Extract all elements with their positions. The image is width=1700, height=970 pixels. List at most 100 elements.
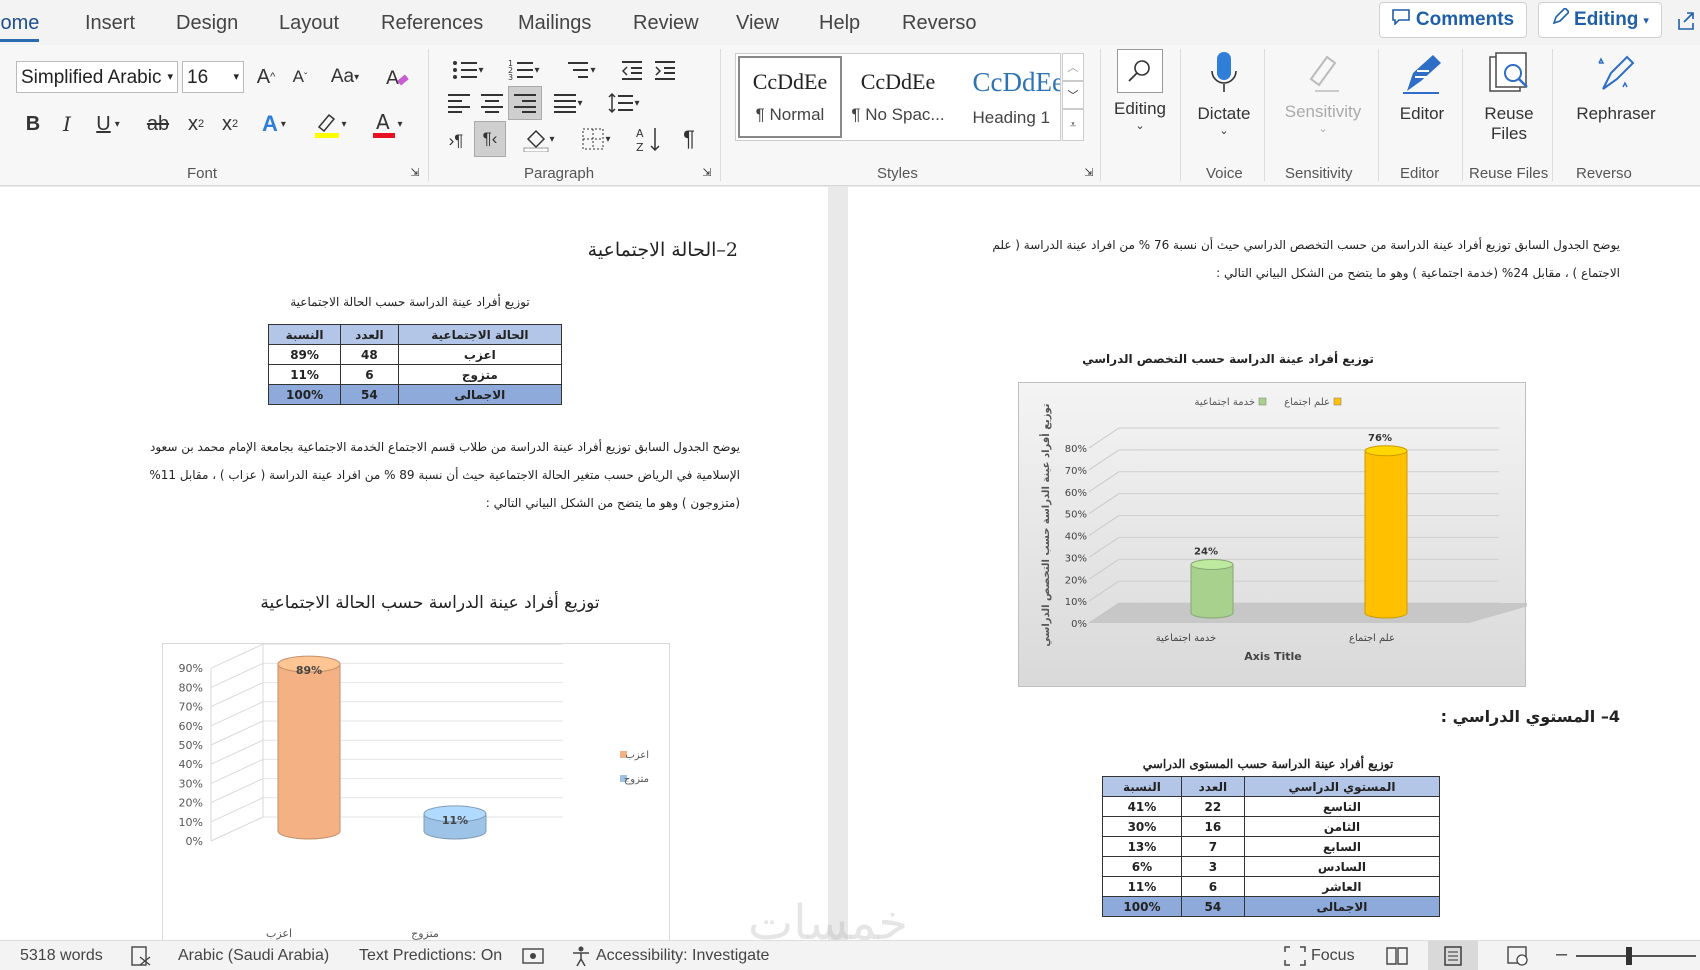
bar-1-top <box>1364 445 1408 457</box>
styles-scroll-up[interactable]: ︿ <box>1062 53 1084 81</box>
change-case-button[interactable]: Aa ▾ <box>324 63 366 91</box>
focus-button[interactable]: Focus <box>1311 947 1355 965</box>
editing-mode-button[interactable]: Editing ▾ <box>1538 2 1662 38</box>
align-left-button[interactable] <box>444 88 474 118</box>
share-icon[interactable] <box>1676 10 1698 32</box>
svg-text:3: 3 <box>508 73 513 81</box>
zoom-slider[interactable] <box>1576 947 1696 965</box>
focus-icon[interactable] <box>1284 946 1306 970</box>
web-layout-icon[interactable] <box>1507 946 1529 970</box>
bullets-button[interactable]: ▾ <box>446 55 490 85</box>
language-indicator[interactable]: Arabic (Saudi Arabia) <box>178 947 329 965</box>
align-left-icon <box>447 93 471 113</box>
tab-mailings[interactable]: Mailings <box>518 12 591 35</box>
font-color-button[interactable]: A ▾ <box>364 107 410 141</box>
subscript-button[interactable]: x2 <box>182 110 210 138</box>
borders-button[interactable]: ▾ <box>573 123 619 155</box>
data-label: 24% <box>1194 547 1218 558</box>
increase-indent-button[interactable] <box>650 55 680 85</box>
styles-dialog-launcher[interactable]: ⇲ <box>1082 165 1096 179</box>
gridline-side <box>210 797 264 823</box>
shrink-font-button[interactable]: Aˇ <box>285 63 315 91</box>
legend-swatch <box>1333 397 1342 406</box>
strikethrough-button[interactable]: ab <box>144 110 172 138</box>
editing-button[interactable]: Editing ⌄ <box>1108 49 1172 132</box>
text-predictions-status[interactable]: Text Predictions: On <box>359 947 502 965</box>
clear-formatting-button[interactable]: A <box>382 63 412 91</box>
font-dialog-launcher[interactable]: ⇲ <box>408 165 422 179</box>
numbering-button[interactable]: 1 2 3 ▾ <box>502 55 546 85</box>
grow-font-button[interactable]: A ^ <box>251 63 281 91</box>
show-formatting-marks-button[interactable]: ¶ <box>674 123 704 155</box>
tab-design[interactable]: Design <box>176 12 238 35</box>
chart-marital-status: 0% 10% 20% 30% 40% 50% 60% 70% 80% 90% 89% اعزب 11% م… <box>162 643 670 940</box>
proofing-icon[interactable] <box>130 945 152 970</box>
legend-swatch <box>1258 397 1267 406</box>
tab-view[interactable]: View <box>736 12 779 35</box>
shading-button[interactable]: ▾ <box>516 123 562 155</box>
rtl-direction-button[interactable]: ¶‹ <box>474 121 506 157</box>
bar-0 <box>1190 559 1234 619</box>
tab-review[interactable]: Review <box>633 12 699 35</box>
zoom-out-button[interactable]: – <box>1556 943 1567 966</box>
accessibility-status[interactable]: Accessibility: Investigate <box>596 947 769 965</box>
styles-more[interactable]: ⩡ <box>1062 109 1084 141</box>
group-label-sensitivity: Sensitivity <box>1285 165 1353 182</box>
tab-help[interactable]: Help <box>819 12 860 35</box>
table-header-cell: النسبة <box>267 324 342 345</box>
styles-scroll-down[interactable]: ﹀ <box>1062 81 1084 109</box>
accessibility-icon[interactable] <box>570 945 592 970</box>
superscript-button[interactable]: x2 <box>216 110 244 138</box>
data-label: 89% <box>296 664 322 677</box>
text-effects-button[interactable]: A ▾ <box>253 110 295 138</box>
tab-home[interactable]: Home <box>0 12 40 42</box>
tab-layout[interactable]: Layout <box>279 12 339 35</box>
word-count[interactable]: 5318 words <box>20 947 103 965</box>
multilevel-list-button[interactable]: ▾ <box>558 55 602 85</box>
print-layout-icon[interactable] <box>1428 941 1478 970</box>
underline-button[interactable]: U ▾ <box>88 110 128 138</box>
table-cell: 54 <box>340 384 399 405</box>
align-center-button[interactable] <box>477 88 507 118</box>
bold-button[interactable]: B <box>20 110 46 138</box>
tab-insert[interactable]: Insert <box>85 12 135 35</box>
table-cell: السادس <box>1243 856 1441 877</box>
dictate-button[interactable]: Dictate ⌄ <box>1192 51 1256 137</box>
align-right-button[interactable] <box>508 86 542 120</box>
svg-text:A: A <box>376 110 390 134</box>
decrease-indent-button[interactable] <box>617 55 647 85</box>
chevron-down-icon: ⌄ <box>1219 125 1229 137</box>
comments-button[interactable]: Comments <box>1379 2 1527 38</box>
x-tick-label: خدمة اجتماعية <box>1156 633 1216 644</box>
paint-bucket-icon <box>523 126 549 152</box>
ltr-direction-button[interactable]: ›¶ <box>441 125 471 157</box>
sensitivity-button[interactable]: Sensitivity ⌄ <box>1276 51 1370 135</box>
legend-label: متزوج <box>624 774 649 785</box>
table-row: التاسع 22 41% <box>1102 796 1441 817</box>
gridline-side <box>210 682 264 708</box>
table-caption: توزيع أفراد عينة الدراسة حسب المستوى الد… <box>1142 757 1394 771</box>
tab-reverso[interactable]: Reverso <box>902 12 976 35</box>
editor-button[interactable]: Editor <box>1390 51 1454 124</box>
font-size-combobox[interactable]: 16 ▾ <box>182 61 244 93</box>
italic-button[interactable]: I <box>54 110 80 138</box>
paragraph-dialog-launcher[interactable]: ⇲ <box>700 165 714 179</box>
highlight-color-button[interactable]: ▾ <box>305 107 355 141</box>
style-normal[interactable]: CcDdEe ¶ Normal <box>738 56 842 138</box>
bullets-icon <box>452 59 478 81</box>
line-spacing-button[interactable]: ▾ <box>602 88 646 118</box>
style-heading-1[interactable]: CcDdEe Heading 1 <box>952 56 1060 138</box>
zoom-slider-thumb[interactable] <box>1626 947 1632 965</box>
reuse-files-button[interactable]: Reuse Files <box>1470 51 1548 144</box>
read-mode-icon[interactable] <box>1386 946 1408 970</box>
align-right-icon <box>513 93 537 113</box>
table-cell: متزوج <box>397 364 563 385</box>
sort-button[interactable]: AZ <box>632 123 666 155</box>
tab-references[interactable]: References <box>381 12 483 35</box>
macro-recording-icon[interactable] <box>522 946 544 970</box>
font-name-combobox[interactable]: Simplified Arabic ▾ <box>16 61 178 93</box>
justify-button[interactable]: ▾ <box>546 88 590 118</box>
table-cell: 22 <box>1180 796 1245 817</box>
style-no-spacing[interactable]: CcDdEe ¶ No Spac... <box>844 56 952 138</box>
rephraser-button[interactable]: Rephraser <box>1562 51 1670 124</box>
